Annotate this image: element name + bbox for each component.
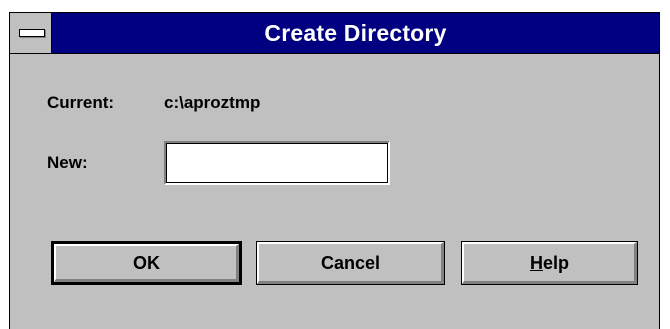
system-menu-icon (19, 29, 45, 37)
new-label: New: (47, 153, 88, 172)
ok-button-label: OK (133, 253, 160, 273)
current-directory-value: c:\aproztmp (164, 93, 261, 112)
ok-button[interactable]: OK (51, 241, 242, 285)
title-bar: Create Directory (10, 13, 659, 54)
cancel-button[interactable]: Cancel (256, 241, 445, 285)
new-directory-input[interactable] (164, 141, 390, 185)
help-button-label: Help (530, 253, 569, 273)
help-label-rest: elp (542, 253, 569, 273)
dialog-title: Create Directory (264, 20, 447, 46)
system-menu-button[interactable] (10, 13, 52, 53)
cancel-button-label: Cancel (320, 253, 381, 273)
help-mnemonic: H (529, 253, 543, 273)
help-button[interactable]: Help (461, 241, 638, 285)
create-directory-dialog: Create Directory Current: c:\aproztmp Ne… (9, 12, 660, 329)
current-label: Current: (47, 93, 115, 112)
